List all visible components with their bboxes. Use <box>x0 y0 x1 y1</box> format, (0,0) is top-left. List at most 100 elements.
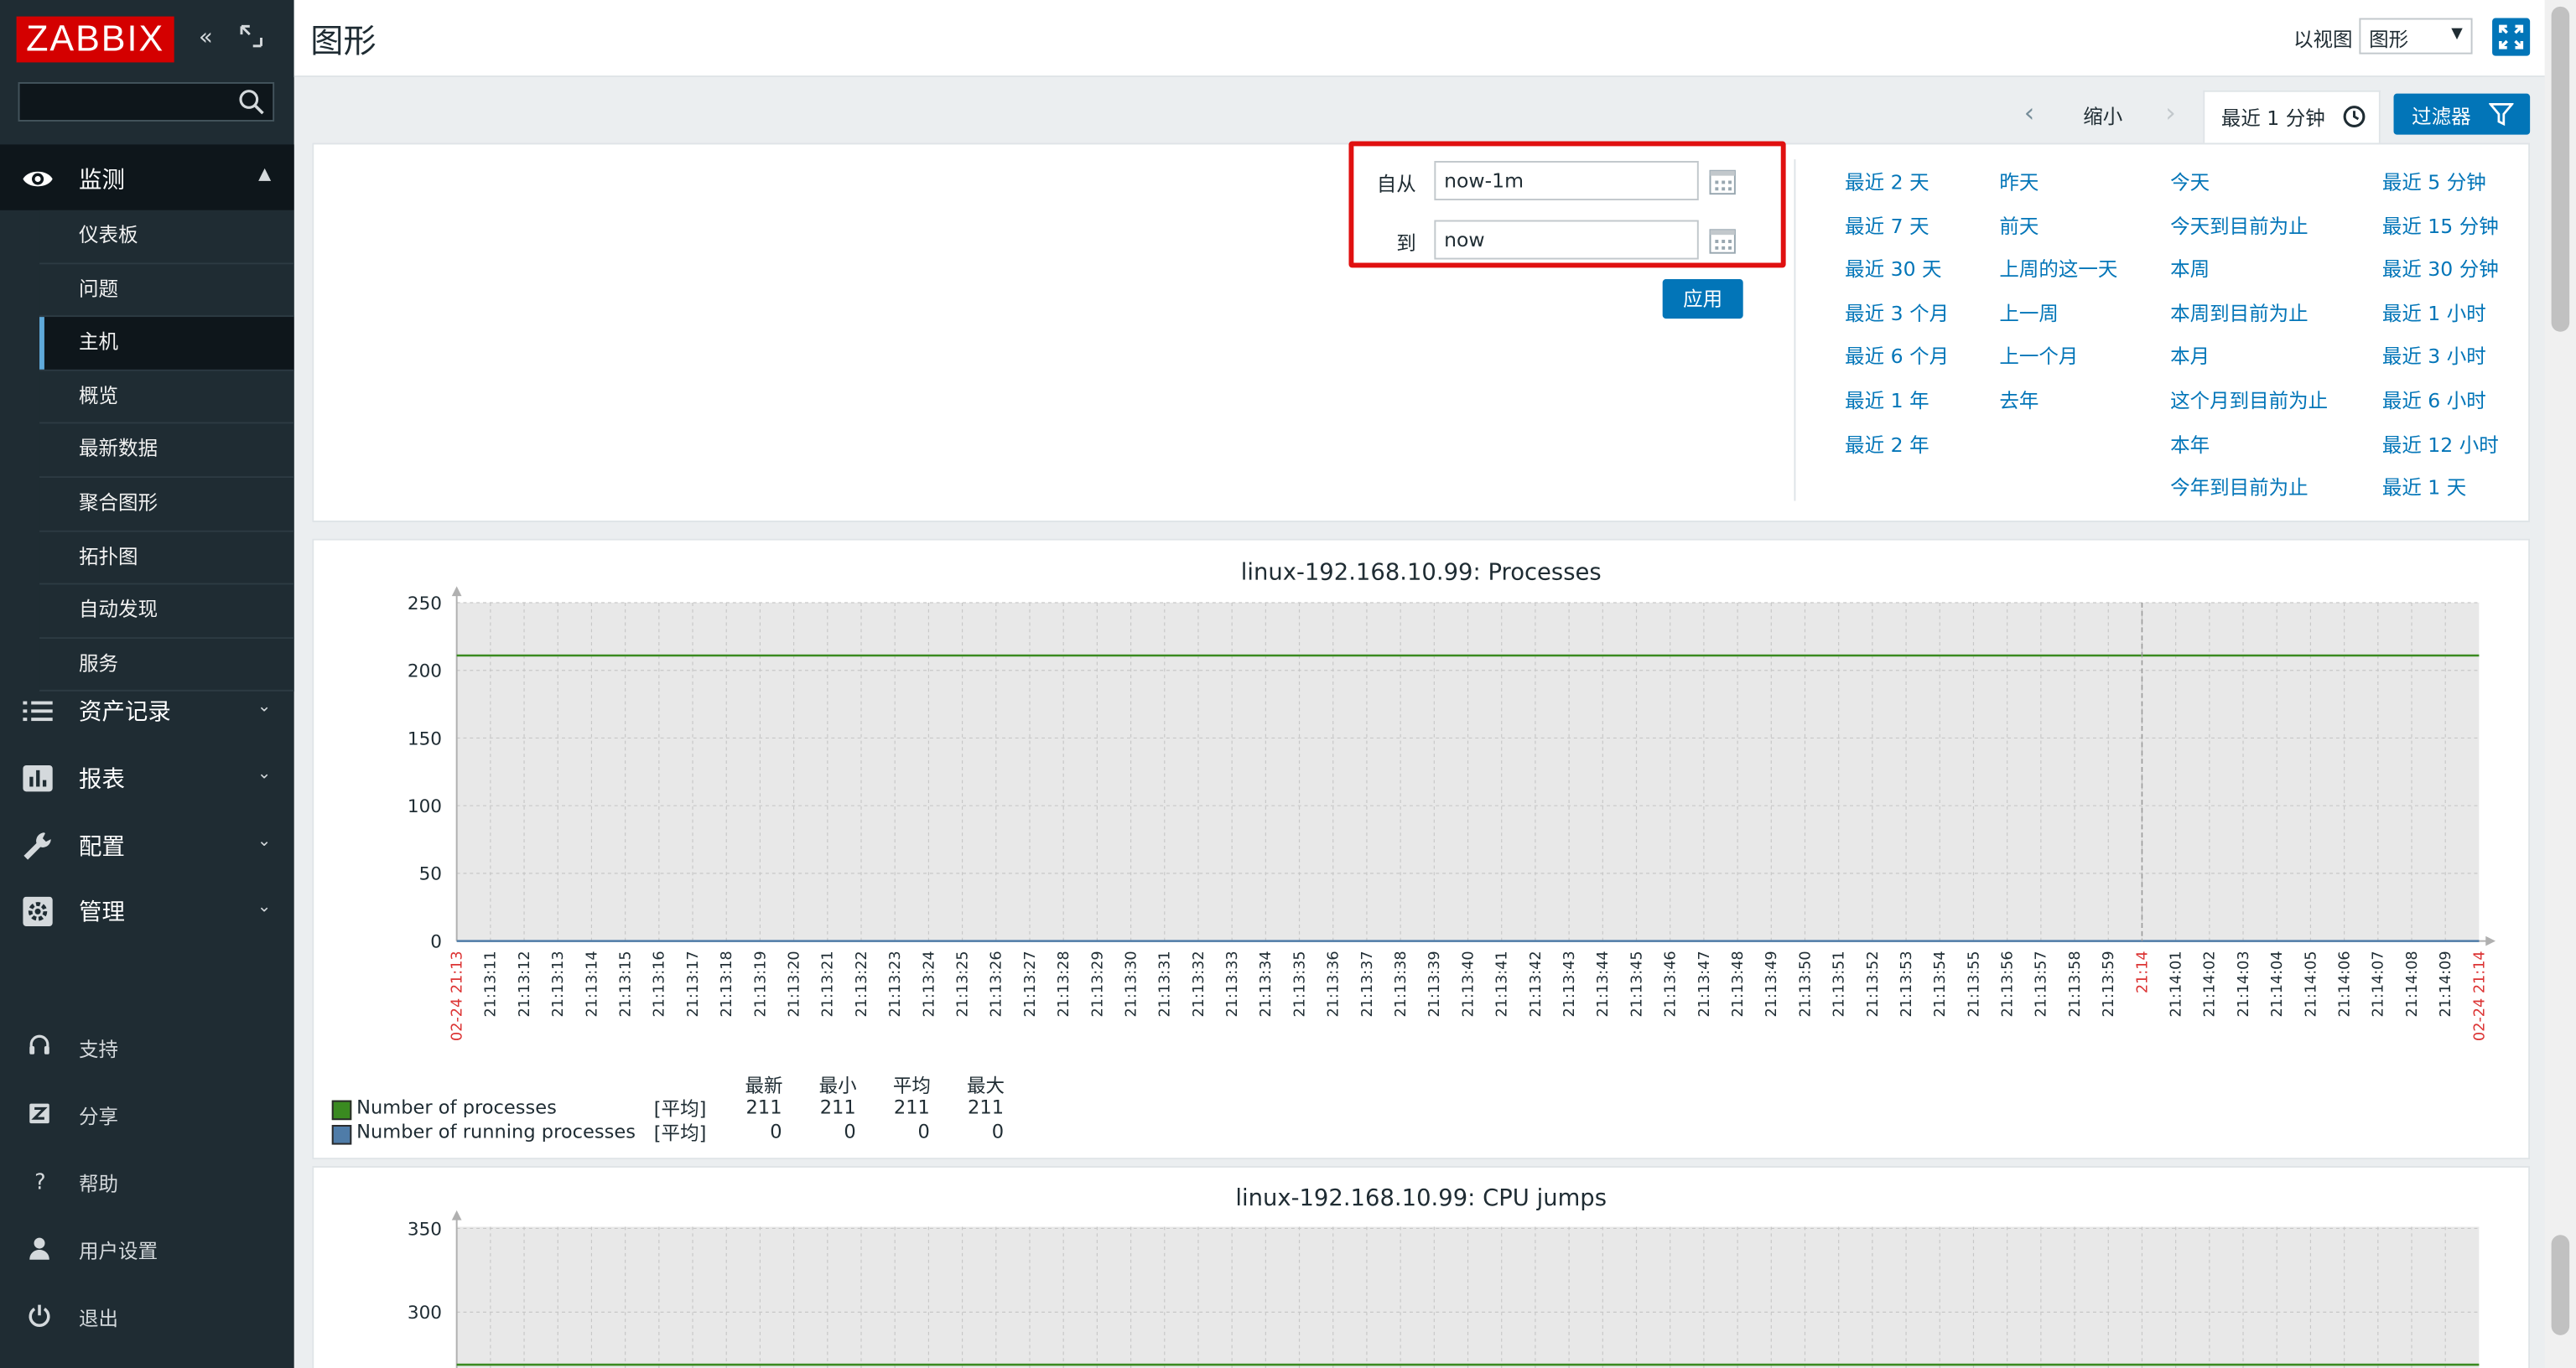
quick-time-link[interactable]: 最近 15 分钟 <box>2382 211 2499 239</box>
menu-label: 帮助 <box>79 1172 119 1196</box>
to-calendar-icon[interactable] <box>1709 226 1737 254</box>
x-tick-label: 21:13:40 <box>1460 951 1477 1017</box>
y-axis-arrow <box>451 1210 462 1220</box>
search-icon[interactable] <box>238 89 264 115</box>
quick-time-link[interactable]: 最近 6 小时 <box>2382 386 2486 413</box>
view-as-select[interactable]: 图形 ▼ <box>2359 18 2473 54</box>
quick-time-link[interactable]: 最近 2 天 <box>1845 168 1929 195</box>
filter-button[interactable]: 过滤器 <box>2393 93 2531 135</box>
quick-time-link[interactable]: 最近 3 个月 <box>1845 298 1949 326</box>
menu-inventory[interactable]: 资产记录 ⌄ <box>0 676 294 742</box>
apply-button[interactable]: 应用 <box>1662 279 1743 319</box>
sidebar-search-input[interactable] <box>18 81 275 122</box>
from-label: 自从 <box>1376 172 1416 196</box>
x-tick-label: 21:13:27 <box>1022 951 1039 1017</box>
menu-help[interactable]: ? 帮助 <box>0 1156 294 1205</box>
quick-time-link[interactable]: 这个月到目前为止 <box>2170 386 2328 413</box>
quick-time-link[interactable]: 最近 1 天 <box>2382 474 2466 501</box>
cpu-jumps-graph: 300 350 <box>408 1210 2480 1368</box>
quick-time-link[interactable]: 最近 6 个月 <box>1845 342 1949 370</box>
fullscreen-button[interactable] <box>2492 18 2531 56</box>
x-tick-label: 21:14:06 <box>2337 951 2354 1017</box>
clock-icon <box>2343 106 2366 128</box>
kiosk-mode-icon[interactable] <box>240 24 262 55</box>
x-end-label: 02-24 21:14 <box>2471 951 2488 1041</box>
submenu-item-dashboard[interactable]: 仪表板 <box>39 210 294 264</box>
eye-icon <box>23 171 53 187</box>
quick-time-link[interactable]: 最近 30 分钟 <box>2382 255 2499 282</box>
x-tick-label: 21:14:09 <box>2438 951 2454 1017</box>
submenu-item-screens[interactable]: 聚合图形 <box>39 478 294 531</box>
sidebar: ZABBIX « 监测 ▲ 仪表板 问题 主机 概览 最新数据 聚合图形 拓扑图… <box>0 0 294 1368</box>
submenu-item-latest-data[interactable]: 最新数据 <box>39 424 294 479</box>
y-tick-label: 50 <box>419 864 442 885</box>
scrollbar-thumb[interactable] <box>2551 1235 2570 1335</box>
menu-label: 管理 <box>79 899 125 926</box>
x-tick-label: 21:13:50 <box>1797 951 1814 1017</box>
user-icon <box>29 1237 49 1260</box>
legend-color-swatch <box>331 1125 352 1145</box>
filter-divider <box>1794 159 1796 501</box>
quick-time-link[interactable]: 最近 12 小时 <box>2382 430 2499 458</box>
collapse-sidebar-icon[interactable]: « <box>199 23 213 52</box>
quick-time-link[interactable]: 前天 <box>1999 211 2038 239</box>
scrollbar-thumb[interactable] <box>2551 6 2570 332</box>
legend-function: [平均] <box>653 1096 707 1121</box>
menu-label: 分享 <box>79 1105 119 1128</box>
menu-support[interactable]: 支持 <box>0 1022 294 1071</box>
y-axis-arrow <box>451 586 462 597</box>
menu-sign-out[interactable]: 退出 <box>0 1291 294 1340</box>
page-scrollbar[interactable] <box>2544 0 2576 1368</box>
quick-time-link[interactable]: 去年 <box>1999 386 2038 413</box>
quick-time-link[interactable]: 最近 1 小时 <box>2382 298 2486 326</box>
quick-time-link[interactable]: 上一周 <box>1999 298 2059 326</box>
quick-time-link[interactable]: 最近 5 分钟 <box>2382 168 2486 195</box>
submenu-item-problems[interactable]: 问题 <box>39 263 294 318</box>
x-tick-label: 21:13:23 <box>887 951 904 1017</box>
quick-time-link[interactable]: 本年 <box>2170 430 2210 458</box>
quick-time-link[interactable]: 最近 30 天 <box>1845 255 1941 282</box>
quick-time-link[interactable]: 上一个月 <box>1999 342 2078 370</box>
submenu-item-discovery[interactable]: 自动发现 <box>39 584 294 639</box>
submenu-item-maps[interactable]: 拓扑图 <box>39 531 294 585</box>
time-forward-icon[interactable]: › <box>2165 97 2176 128</box>
quick-time-link[interactable]: 本月 <box>2170 342 2210 370</box>
menu-label: 资产记录 <box>79 699 171 726</box>
menu-label: 支持 <box>79 1038 119 1061</box>
quick-time-link[interactable]: 本周 <box>2170 255 2210 282</box>
x-tick-label: 21:13:55 <box>1966 951 1982 1017</box>
quick-time-link[interactable]: 今年到目前为止 <box>2170 474 2309 501</box>
quick-time-link[interactable]: 上周的这一天 <box>1999 255 2117 282</box>
menu-administration[interactable]: 管理 ⌄ <box>0 877 294 942</box>
plot-area <box>456 603 2480 941</box>
submenu-item-overview[interactable]: 概览 <box>39 370 294 425</box>
x-tick-label: 21:13:49 <box>1763 951 1780 1017</box>
from-input[interactable]: now-1m <box>1434 161 1699 201</box>
to-input[interactable]: now <box>1434 220 1699 260</box>
quick-time-link[interactable]: 最近 3 小时 <box>2382 342 2486 370</box>
quick-time-link[interactable]: 今天到目前为止 <box>2170 211 2309 239</box>
menu-monitoring[interactable]: 监测 ▲ <box>0 144 294 210</box>
menu-share[interactable]: 分享 <box>0 1089 294 1138</box>
zoom-out-button[interactable]: 缩小 <box>2083 101 2122 129</box>
menu-user-settings[interactable]: 用户设置 <box>0 1224 294 1273</box>
time-period-tab[interactable]: 最近 1 分钟 <box>2203 90 2381 143</box>
menu-reports[interactable]: 报表 ⌄ <box>0 744 294 810</box>
quick-time-link[interactable]: 最近 1 年 <box>1845 386 1929 413</box>
quick-time-link[interactable]: 昨天 <box>1999 168 2038 195</box>
quick-time-link[interactable]: 今天 <box>2170 168 2210 195</box>
view-as-value: 图形 <box>2369 28 2409 51</box>
quick-time-link[interactable]: 本周到目前为止 <box>2170 298 2309 326</box>
y-tick-label: 350 <box>408 1219 442 1240</box>
menu-configuration[interactable]: 配置 ⌄ <box>0 811 294 877</box>
from-calendar-icon[interactable] <box>1709 168 1737 195</box>
menu-label: 退出 <box>79 1307 119 1330</box>
zabbix-logo[interactable]: ZABBIX <box>16 16 174 63</box>
y-tick-label: 150 <box>408 728 442 749</box>
quick-time-link[interactable]: 最近 7 天 <box>1845 211 1929 239</box>
quick-time-link[interactable]: 最近 2 年 <box>1845 430 1929 458</box>
x-tick-label: 21:13:42 <box>1528 951 1545 1017</box>
time-back-icon[interactable]: ‹ <box>2024 97 2035 128</box>
submenu-item-hosts[interactable]: 主机 <box>39 317 294 371</box>
x-tick-label: 21:13:20 <box>786 951 802 1017</box>
